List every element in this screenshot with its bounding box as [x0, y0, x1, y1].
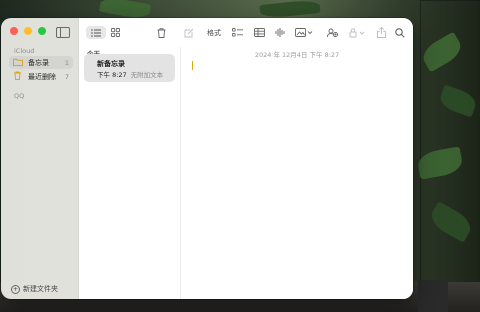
zoom-button[interactable] [38, 27, 46, 35]
sidebar-toggle-icon[interactable] [56, 27, 70, 38]
gallery-view-button[interactable] [108, 26, 122, 39]
format-button[interactable]: 格式 [205, 26, 223, 39]
list-icon [91, 28, 101, 37]
folder-count: 7 [64, 72, 69, 81]
note-editor[interactable]: 2024 年 12月4日 下午 8:27 [181, 47, 413, 299]
note-title: 新备忘录 [97, 60, 125, 68]
note-date: 2024 年 12月4日 下午 8:27 [254, 51, 340, 59]
search-icon [395, 27, 405, 38]
minimize-button[interactable] [24, 27, 32, 35]
note-meta: 下午 8:27 无附加文本 [97, 69, 163, 79]
compose-button[interactable] [182, 26, 196, 39]
trash-icon [157, 27, 165, 38]
delete-button[interactable] [154, 26, 168, 39]
close-button[interactable] [10, 27, 18, 35]
new-folder-label: 新建文件夹 [23, 285, 58, 293]
sidebar-item-label: 备忘录 [28, 58, 49, 67]
share-button[interactable] [374, 26, 388, 39]
collaborate-icon [326, 28, 338, 37]
lock-icon [349, 27, 364, 37]
main-area: 格式 新备忘录 下午 8:27 无附加文本 2024 年 12月4日 下午 8:… [79, 18, 413, 299]
share-icon [376, 27, 386, 38]
folder-count: 1 [64, 58, 69, 67]
table-button[interactable] [252, 26, 266, 39]
toolbar: 格式 [79, 18, 413, 47]
section-label-qq: QQ [14, 92, 25, 100]
sidebar: iCloud 备忘录 1 最近删除 7 QQ + 新建文件夹 [1, 18, 79, 299]
trash-icon [13, 71, 25, 82]
note-time: 下午 8:27 [97, 71, 127, 79]
grid-icon [110, 28, 120, 37]
new-folder-button[interactable]: + 新建文件夹 [11, 284, 58, 294]
folder-icon [13, 58, 25, 68]
checklist-icon [231, 28, 243, 37]
table-icon [253, 28, 265, 37]
photo-icon [295, 28, 313, 37]
window-controls [10, 27, 46, 35]
compose-icon [184, 28, 194, 37]
collaborate-button[interactable] [325, 26, 339, 39]
sidebar-item-recently-deleted[interactable]: 最近删除 7 [9, 70, 73, 83]
sidebar-item-notes[interactable]: 备忘录 1 [9, 56, 73, 69]
search-button[interactable] [393, 26, 407, 39]
sidebar-item-label: 最近删除 [28, 72, 56, 81]
notes-list: 今天 新备忘录 下午 8:27无附加文本 [79, 47, 181, 299]
media-button[interactable] [293, 26, 315, 39]
notes-window: iCloud 备忘录 1 最近删除 7 QQ + 新建文件夹 格式 新备忘录 下… [1, 18, 413, 299]
audio-button[interactable] [273, 26, 287, 39]
checklist-button[interactable] [230, 26, 244, 39]
list-item[interactable]: 新备忘录 下午 8:27 无附加文本 [84, 54, 175, 82]
list-view-button[interactable] [86, 26, 106, 39]
text-cursor [192, 61, 193, 70]
waveform-icon [275, 28, 285, 37]
plus-icon: + [11, 284, 20, 294]
note-preview: 无附加文本 [130, 71, 164, 79]
section-label-icloud: iCloud [14, 47, 35, 55]
lock-button[interactable] [346, 26, 368, 39]
